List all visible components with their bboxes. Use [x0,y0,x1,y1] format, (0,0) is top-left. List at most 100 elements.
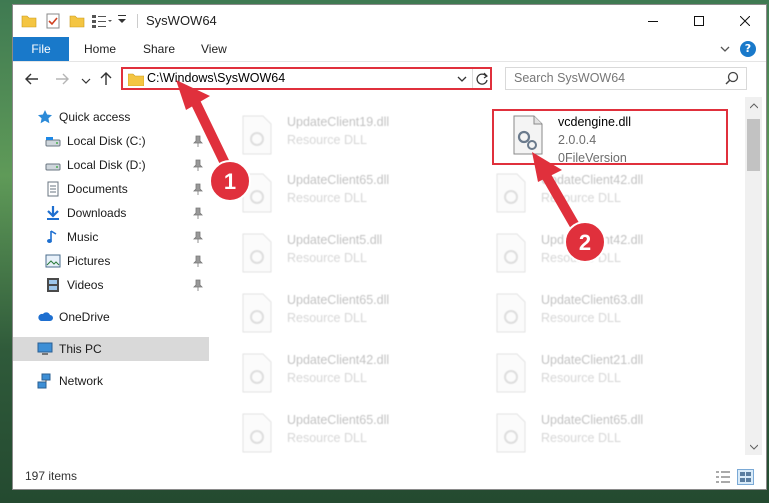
file-item[interactable]: UpdateClient21.dll Resource DLL [475,347,711,403]
new-folder-icon[interactable] [69,13,85,29]
dll-file-icon [241,173,273,213]
tab-view[interactable]: View [201,37,227,61]
file-item[interactable]: UpdateClient42.dll Resource DLL [475,227,711,283]
sidebar-item-label: Local Disk (C:) [67,134,146,148]
file-name: UpdateClient65.dll [541,413,644,427]
file-item[interactable]: UpdateClient65.dll Resource DLL [475,407,711,455]
sidebar-item-onedrive[interactable]: OneDrive [13,305,209,329]
properties-check-icon[interactable] [45,13,61,29]
sidebar-item-label: Pictures [67,254,111,268]
tab-home[interactable]: Home [84,37,116,61]
network-icon [37,373,53,389]
file-name: UpdateClient19.dll [287,115,390,129]
sidebar-item-pictures[interactable]: Pictures [13,249,209,273]
pictures-icon [45,253,61,269]
pin-icon[interactable] [193,231,203,243]
sidebar-item-label: Local Disk (D:) [67,158,146,172]
pin-icon[interactable] [193,135,203,147]
refresh-button[interactable] [472,69,490,88]
back-button[interactable] [23,70,41,88]
pin-icon[interactable] [193,159,203,171]
customize-toolbar-chevron-icon[interactable] [117,13,127,28]
search-input[interactable]: Search SysWOW64 [505,67,747,90]
file-type: Resource DLL [541,191,621,205]
sidebar-item-label: This PC [59,342,102,356]
pin-icon[interactable] [193,255,203,267]
sidebar-item-network[interactable]: Network [13,369,209,393]
file-item[interactable]: UpdateClient65.dll Resource DLL [221,287,457,343]
sidebar-item-videos[interactable]: Videos [13,273,209,297]
pin-icon[interactable] [193,279,203,291]
file-item[interactable]: UpdateClient19.dll Resource DLL [221,109,457,165]
file-type: Resource DLL [287,251,367,265]
file-item[interactable]: UpdateClient42.dll Resource DLL [475,167,711,223]
recent-locations-button[interactable] [77,72,95,90]
computer-icon [37,341,53,357]
maximize-button[interactable] [676,5,722,37]
view-properties-icon[interactable] [91,13,112,29]
file-version: 2.0.0.4 [558,133,597,147]
file-name: UpdateClient65.dll [287,173,390,187]
sidebar-item-quick-access[interactable]: Quick access [13,105,209,129]
search-icon[interactable] [724,71,740,87]
details-view-icon[interactable] [715,470,731,484]
dll-file-icon [495,173,527,213]
sidebar-item-documents[interactable]: Documents [13,177,209,201]
address-history-chevron-icon[interactable] [456,72,468,86]
scroll-up-arrow-icon[interactable] [745,97,762,114]
sidebar-item-local-disk-c[interactable]: Local Disk (C:) [13,129,209,153]
scroll-thumb[interactable] [747,119,760,171]
address-bar[interactable]: C:\Windows\SysWOW64 [121,67,492,90]
sidebar-item-music[interactable]: Music [13,225,209,249]
file-item[interactable]: UpdateClient5.dll Resource DLL [221,227,457,283]
large-icons-view-icon[interactable] [737,469,754,485]
item-count: 197 items [25,469,78,483]
sidebar-item-label: Downloads [67,206,127,220]
file-item-vcdengine[interactable]: vcdengine.dll 2.0.0.4 0FileVersion [492,109,728,165]
tab-file[interactable]: File [13,37,69,61]
documents-icon [45,181,61,197]
dll-file-icon [241,413,273,453]
pin-icon[interactable] [193,183,203,195]
chevron-down-icon [81,78,91,84]
sidebar-item-label: Music [67,230,99,244]
help-icon[interactable]: ? [740,41,756,57]
window-title: SysWOW64 [146,13,217,28]
file-type: Resource DLL [287,191,367,205]
dll-file-icon [241,115,273,155]
sidebar-item-this-pc[interactable]: This PC [13,337,209,361]
search-placeholder: Search SysWOW64 [514,71,626,85]
file-item[interactable]: UpdateClient65.dll Resource DLL [221,407,457,455]
arrow-up-icon [100,72,112,85]
folder-icon [127,72,145,87]
drive-icon [45,133,61,149]
sidebar-item-label: Network [59,374,104,388]
close-button[interactable] [722,5,766,37]
expand-ribbon-chevron-icon[interactable] [719,43,731,55]
navigation-pane: Quick access Local Disk (C:) Local Disk … [13,97,209,455]
minimize-button[interactable] [630,5,676,37]
file-name: UpdateClient63.dll [541,293,644,307]
pin-icon[interactable] [193,207,203,219]
forward-button[interactable] [53,70,71,88]
vertical-scrollbar[interactable] [745,97,762,455]
sidebar-item-local-disk-d[interactable]: Local Disk (D:) [13,153,209,177]
file-type: Resource DLL [541,371,621,385]
file-name: UpdateClient42.dll [541,173,644,187]
dll-file-icon [495,353,527,393]
folder-icon[interactable] [21,13,37,29]
file-item[interactable]: UpdateClient63.dll Resource DLL [475,287,711,343]
file-name: UpdateClient42.dll [287,353,390,367]
download-icon [45,205,61,221]
scroll-down-arrow-icon[interactable] [745,438,762,455]
up-button[interactable] [97,70,115,88]
address-path[interactable]: C:\Windows\SysWOW64 [147,71,285,85]
sidebar-item-downloads[interactable]: Downloads [13,201,209,225]
file-item[interactable]: UpdateClient65.dll Resource DLL [221,167,457,223]
file-name: UpdateClient42.dll [541,233,644,247]
file-item[interactable]: UpdateClient42.dll Resource DLL [221,347,457,403]
file-type: Resource DLL [287,371,367,385]
videos-icon [45,277,61,293]
tab-share[interactable]: Share [143,37,175,61]
sidebar-item-label: Documents [67,182,128,196]
